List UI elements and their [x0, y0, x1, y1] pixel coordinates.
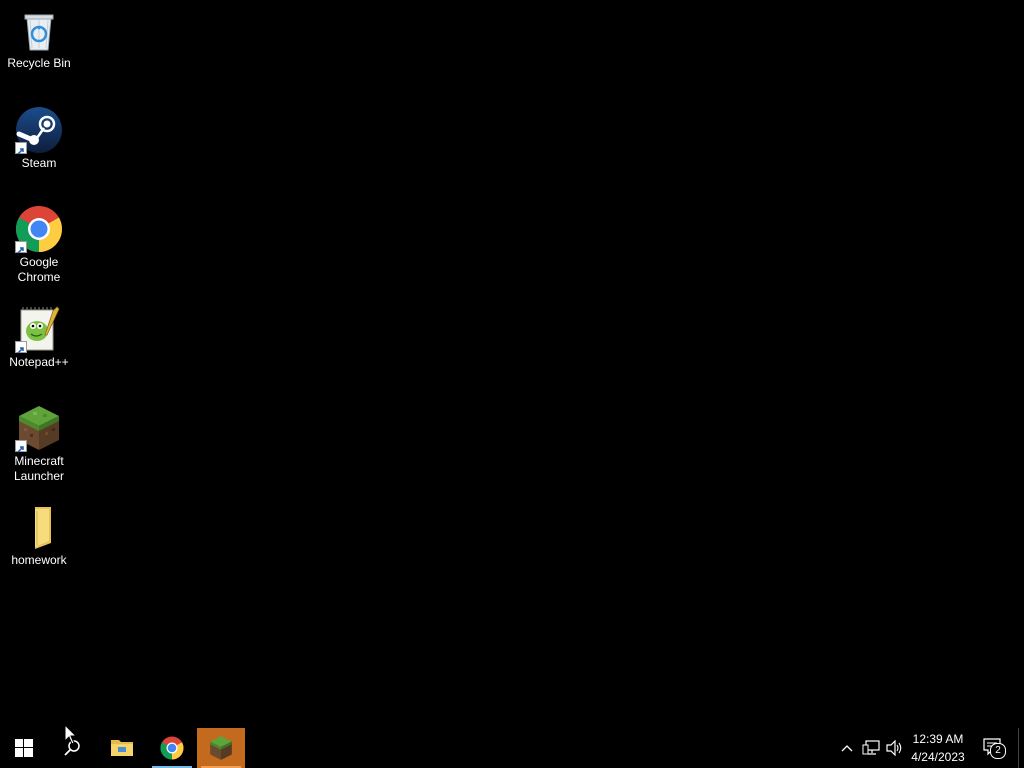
- clock-date: 4/24/2023: [911, 750, 965, 764]
- desktop-icon-label: Notepad++: [9, 355, 69, 369]
- desktop-icon-recycle-bin[interactable]: Recycle Bin: [3, 6, 75, 71]
- taskbar: 12:39 AM 4/24/2023 2: [0, 728, 1024, 768]
- chrome-icon: [160, 736, 184, 760]
- notepad-plus-plus-icon: [15, 305, 63, 354]
- steam-icon: [15, 106, 63, 155]
- shortcut-arrow-icon: [15, 142, 27, 155]
- minecraft-icon: [15, 404, 63, 453]
- desktop-icon-notepad-plus-plus[interactable]: Notepad++: [3, 305, 75, 370]
- taskbar-chrome[interactable]: [148, 728, 196, 768]
- desktop-icon-minecraft-launcher[interactable]: Minecraft Launcher: [3, 404, 75, 484]
- chrome-icon: [15, 205, 63, 254]
- desktop-icon-label: homework: [11, 553, 67, 567]
- minecraft-icon: [210, 736, 232, 760]
- desktop-icon-steam[interactable]: Steam: [3, 106, 75, 171]
- show-hidden-icons-button[interactable]: [838, 728, 856, 768]
- show-desktop-button[interactable]: [1018, 728, 1024, 768]
- desktop-icon-label: Minecraft Launcher: [13, 454, 65, 483]
- start-button[interactable]: [0, 728, 48, 768]
- taskbar-file-explorer[interactable]: [98, 728, 146, 768]
- mouse-cursor: [64, 723, 78, 751]
- shortcut-arrow-icon: [15, 341, 27, 354]
- desktop-icon-google-chrome[interactable]: Google Chrome: [3, 205, 75, 285]
- folder-icon: [15, 503, 63, 551]
- arrow-cursor-icon: [64, 723, 78, 745]
- chevron-up-icon: [841, 745, 853, 752]
- desktop-icon-label: Google Chrome: [17, 255, 61, 284]
- desktop-icon-homework-folder[interactable]: homework: [3, 503, 75, 568]
- desktop-icon-label: Recycle Bin: [7, 56, 71, 70]
- notification-count-badge: 2: [990, 743, 1006, 759]
- action-center-button[interactable]: 2: [978, 728, 1008, 768]
- recycle-bin-icon: [15, 6, 63, 54]
- network-button[interactable]: [860, 728, 882, 768]
- clock-time: 12:39 AM: [912, 732, 964, 746]
- desktop-icon-label: Steam: [21, 156, 57, 170]
- speaker-icon: [886, 740, 902, 756]
- shortcut-arrow-icon: [15, 440, 27, 453]
- desktop[interactable]: Recycle Bin Steam Google Chrome Notepad+…: [0, 0, 1024, 728]
- taskbar-minecraft[interactable]: [197, 728, 245, 768]
- file-explorer-icon: [111, 740, 133, 756]
- clock-button[interactable]: 12:39 AM 4/24/2023: [903, 730, 973, 766]
- network-icon: [862, 740, 880, 755]
- shortcut-arrow-icon: [15, 241, 27, 254]
- windows-start-icon: [15, 739, 33, 757]
